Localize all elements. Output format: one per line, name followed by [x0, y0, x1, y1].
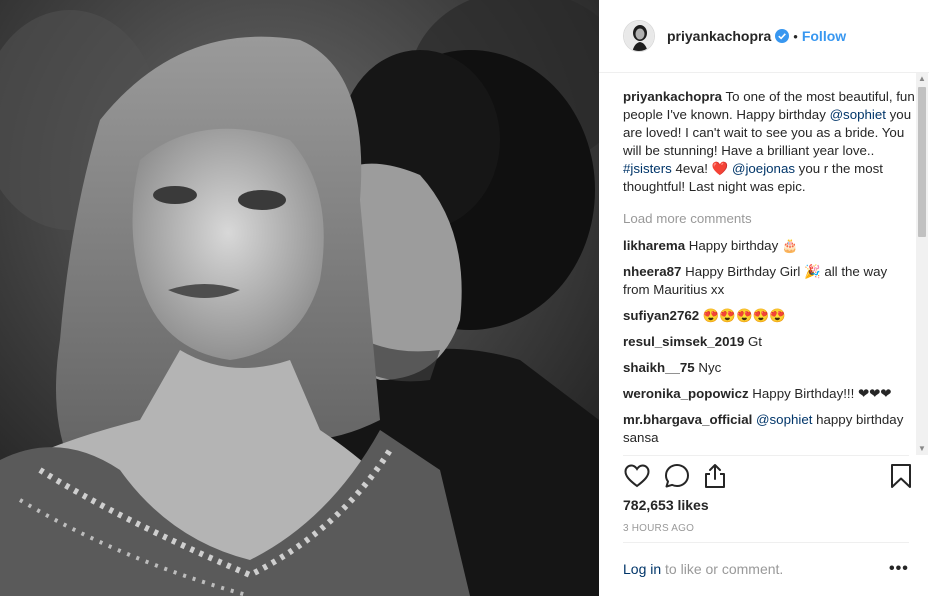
comment: sufiyan2762 😍😍😍😍😍 — [623, 307, 915, 325]
comment-username[interactable]: mr.bhargava_official — [623, 412, 752, 427]
share-icon — [705, 464, 725, 488]
avatar[interactable] — [623, 20, 655, 52]
comment-username[interactable]: resul_simsek_2019 — [623, 334, 744, 349]
post-photo[interactable] — [0, 0, 599, 596]
comment: likharema Happy birthday 🎂 — [623, 237, 915, 255]
comment-username[interactable]: likharema — [623, 238, 685, 253]
avatar-image — [624, 21, 654, 51]
caption: priyankachopra To one of the most beauti… — [623, 88, 915, 196]
more-options-icon[interactable]: ••• — [889, 560, 909, 578]
comments-list[interactable]: priyankachopra To one of the most beauti… — [623, 88, 915, 453]
divider — [623, 542, 909, 543]
header-separator: • — [793, 28, 798, 44]
action-bar — [623, 460, 913, 494]
comment-username[interactable]: sufiyan2762 — [623, 308, 699, 323]
comment-mention[interactable]: @sophiet — [756, 412, 812, 427]
comment-username[interactable]: shaikh__75 — [623, 360, 695, 375]
post-header: priyankachopra • Follow — [599, 0, 929, 73]
post-sidebar: priyankachopra • Follow priyankachopra T… — [599, 0, 929, 596]
comment-text: Happy Birthday!!! ❤❤❤ — [748, 386, 892, 401]
caption-username[interactable]: priyankachopra — [623, 89, 722, 104]
share-button[interactable] — [701, 462, 729, 490]
comment: shaikh__75 Nyc — [623, 359, 915, 377]
login-prompt-text: to like or comment. — [661, 561, 784, 577]
likes-count[interactable]: 782,653 likes — [623, 497, 709, 513]
follow-button[interactable]: Follow — [802, 28, 846, 44]
login-prompt: Log in to like or comment. — [623, 561, 783, 577]
comment: weronika_popowicz Happy Birthday!!! ❤❤❤ — [623, 385, 915, 403]
like-button[interactable] — [623, 462, 651, 490]
comment-username[interactable]: weronika_popowicz — [623, 386, 749, 401]
load-more-comments-button[interactable]: Load more comments — [623, 210, 915, 228]
comments-scrollbar[interactable]: ▲ ▼ — [916, 73, 928, 455]
header-username[interactable]: priyankachopra — [667, 28, 771, 44]
photo-image — [0, 0, 599, 596]
comment: resul_simsek_2019 Gt — [623, 333, 915, 351]
comment-bubble-icon — [665, 464, 689, 488]
scroll-up-arrow-icon[interactable]: ▲ — [916, 73, 928, 85]
post-timestamp[interactable]: 3 HOURS AGO — [623, 523, 694, 534]
scrollbar-thumb[interactable] — [918, 87, 926, 237]
comment-text: 😍😍😍😍😍 — [699, 308, 786, 323]
login-link[interactable]: Log in — [623, 561, 661, 577]
comment-text: Gt — [744, 334, 762, 349]
comment-username[interactable]: nheera87 — [623, 264, 681, 279]
save-button[interactable] — [887, 462, 915, 490]
comment: nheera87 Happy Birthday Girl 🎉 all the w… — [623, 263, 915, 299]
divider — [623, 455, 909, 456]
caption-mention-joejonas[interactable]: @joejonas — [732, 161, 795, 176]
bookmark-icon — [891, 464, 911, 488]
comment-text: Nyc — [694, 360, 722, 375]
caption-hashtag[interactable]: #jsisters — [623, 161, 672, 176]
scroll-down-arrow-icon[interactable]: ▼ — [916, 443, 928, 455]
heart-icon — [624, 464, 650, 488]
caption-mention-sophiet[interactable]: @sophiet — [830, 107, 886, 122]
caption-text-3: 4eva! ❤️ — [671, 161, 732, 176]
comment-text: Happy birthday 🎂 — [685, 238, 799, 253]
comment-button[interactable] — [663, 462, 691, 490]
comment: mr.bhargava_official @sophiet happy birt… — [623, 411, 915, 447]
verified-badge-icon — [775, 29, 790, 43]
